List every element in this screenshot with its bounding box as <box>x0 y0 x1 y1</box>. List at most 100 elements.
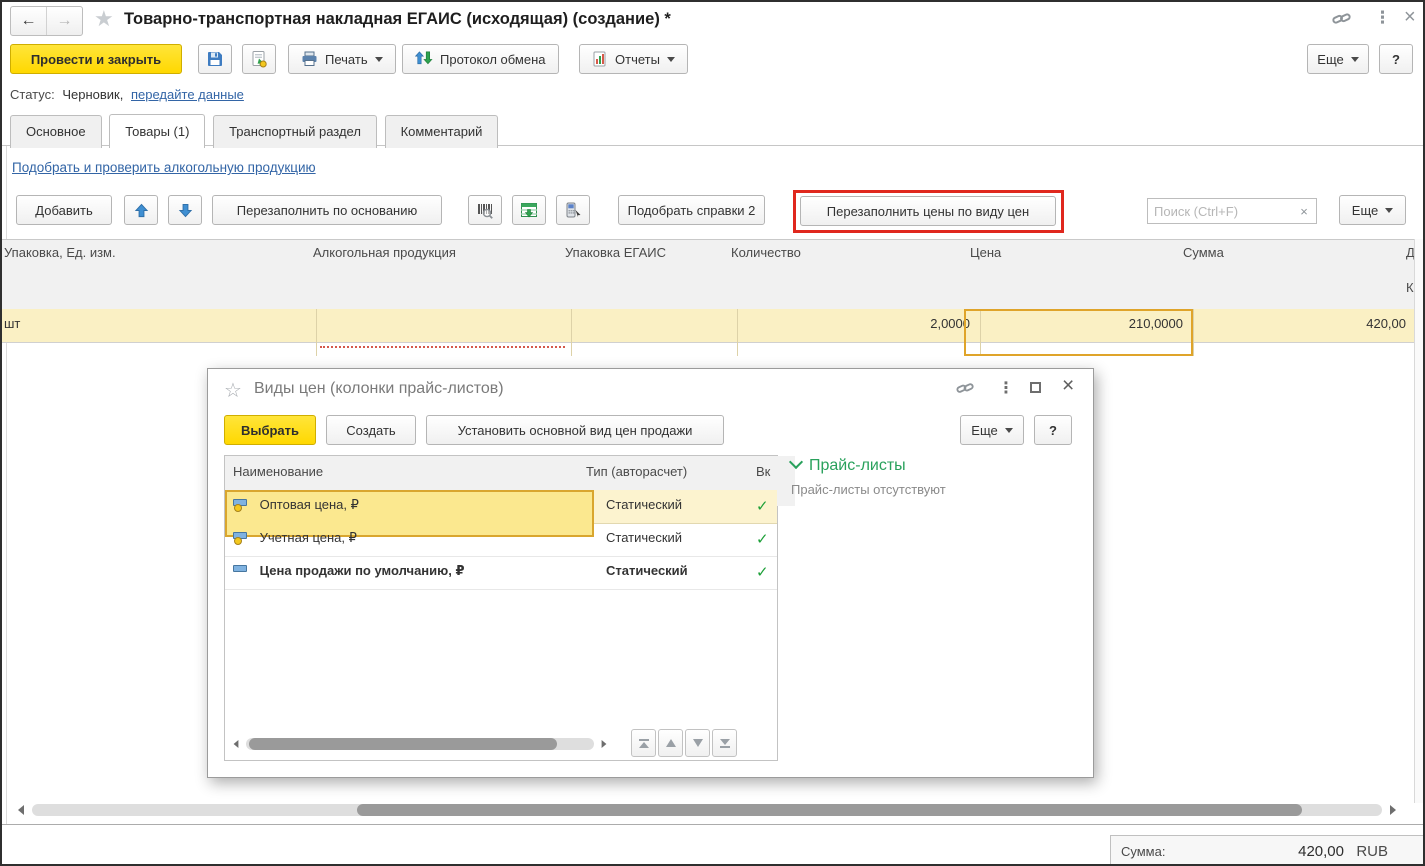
post-and-close-label: Провести и закрыть <box>31 52 161 67</box>
list-cell-included[interactable]: ✓ <box>748 556 795 603</box>
post-and-close-button[interactable]: Провести и закрыть <box>10 44 182 74</box>
tab-transportnyy-razdel[interactable]: Транспортный раздел <box>213 115 377 148</box>
post-document-button[interactable] <box>242 44 276 74</box>
cell-packaging[interactable]: шт <box>2 309 317 356</box>
pick-certificates-label: Подобрать справки 2 <box>628 203 756 218</box>
data-terminal-button[interactable] <box>556 195 590 225</box>
cell-amount-value: 420,00 <box>1366 316 1406 331</box>
list-row-uchetnaya[interactable]: Учетная цена, ₽ Статический ✓ <box>225 523 777 557</box>
col-quantity-label: Количество <box>731 245 801 260</box>
items-vscrollbar[interactable] <box>1414 239 1423 803</box>
list-row-optovaya[interactable]: Оптовая цена, ₽ Статический ✓ <box>225 490 777 524</box>
items-table-row[interactable]: шт 2,0000 210,0000 420,00 <box>2 309 1414 343</box>
list-col-name-label: Наименование <box>233 464 323 479</box>
pick-certificates-button[interactable]: Подобрать справки 2 <box>618 195 765 225</box>
cell-amount[interactable]: 420,00 <box>1177 309 1417 356</box>
dialog-menu-dots-icon[interactable]: ⋮ <box>998 378 1014 398</box>
pricelists-group-header[interactable]: Прайс-листы <box>791 457 1081 475</box>
barcode-scan-button[interactable] <box>468 195 502 225</box>
dialog-select-button[interactable]: Выбрать <box>224 415 316 445</box>
send-data-link[interactable]: передайте данные <box>131 87 244 102</box>
pick-check-alcohol-link[interactable]: Подобрать и проверить алкогольную продук… <box>12 160 316 175</box>
col-egais-pack[interactable]: Упаковка ЕГАИС <box>559 240 738 317</box>
back-button[interactable]: ← <box>11 7 47 35</box>
list-hscroll-left-arrow[interactable] <box>234 740 239 748</box>
list-row-prodazhi-default[interactable]: Цена продажи по умолчанию, ₽ Статический… <box>225 556 777 590</box>
save-button[interactable] <box>198 44 232 74</box>
hscroll-right-arrow[interactable] <box>1390 805 1396 815</box>
hscroll-left-arrow[interactable] <box>18 805 24 815</box>
dialog-select-label: Выбрать <box>241 423 299 438</box>
dialog-maximize-icon[interactable] <box>1030 382 1041 393</box>
dialog-more-button[interactable]: Еще <box>960 415 1024 445</box>
dialog-set-main-button[interactable]: Установить основной вид цен продажи <box>426 415 724 445</box>
col-packaging[interactable]: Упаковка, Ед. изм. <box>2 240 320 317</box>
list-cell-name[interactable]: Цена продажи по умолчанию, ₽ <box>225 556 594 603</box>
list-hscroll-right-arrow[interactable] <box>602 740 607 748</box>
hscroll-track[interactable] <box>32 804 1382 816</box>
forward-button[interactable]: → <box>47 7 82 35</box>
refill-prices-by-kind-button[interactable]: Перезаполнить цены по виду цен <box>800 196 1056 226</box>
search-input[interactable] <box>1148 199 1292 223</box>
collapse-chevron-icon <box>789 455 803 469</box>
cell-quantity[interactable]: 2,0000 <box>725 309 981 356</box>
form-more-label: Еще <box>1317 52 1343 67</box>
go-prev-button[interactable] <box>658 729 683 757</box>
check-icon: ✓ <box>756 498 769 515</box>
go-prev-icon <box>665 738 677 748</box>
data-terminal-icon <box>564 202 582 219</box>
hscroll-thumb[interactable] <box>357 804 1302 816</box>
move-down-button[interactable] <box>168 195 202 225</box>
cell-egais-pack[interactable] <box>559 309 738 356</box>
check-icon: ✓ <box>756 564 769 581</box>
move-up-button[interactable] <box>124 195 158 225</box>
print-button[interactable]: Печать <box>288 44 396 74</box>
arrow-down-icon <box>178 203 193 218</box>
more-menu-dots-icon[interactable]: ⋮ <box>1374 8 1391 28</box>
refill-by-basis-button[interactable]: Перезаполнить по основанию <box>212 195 442 225</box>
go-first-button[interactable] <box>631 729 656 757</box>
form-more-button[interactable]: Еще <box>1307 44 1369 74</box>
favorite-star-icon[interactable]: ★ <box>94 6 114 32</box>
form-help-button[interactable]: ? <box>1379 44 1413 74</box>
refill-prices-label: Перезаполнить цены по виду цен <box>827 204 1029 219</box>
col-quantity[interactable]: Количество <box>725 240 977 317</box>
add-row-button[interactable]: Добавить <box>16 195 112 225</box>
reports-button[interactable]: Отчеты <box>579 44 688 74</box>
tab-kommentariy[interactable]: Комментарий <box>385 115 499 148</box>
go-first-icon <box>638 738 650 749</box>
exchange-protocol-button[interactable]: Протокол обмена <box>402 44 559 74</box>
price-kind-icon <box>233 498 248 511</box>
go-last-button[interactable] <box>712 729 737 757</box>
total-sum-label: Сумма: <box>1121 844 1165 859</box>
pricelists-panel: Прайс-листы Прайс-листы отсутствуют <box>791 457 1081 497</box>
list-hscroll-track[interactable] <box>246 738 594 750</box>
dialog-star-icon[interactable]: ☆ <box>224 378 242 403</box>
reports-icon <box>592 51 608 67</box>
link-icon[interactable] <box>1332 11 1352 30</box>
cell-price-selected[interactable]: 210,0000 <box>964 309 1194 356</box>
dialog-create-button[interactable]: Создать <box>326 415 416 445</box>
col-alcohol-label: Алкогольная продукция <box>313 245 456 260</box>
window-close-icon[interactable]: × <box>1404 6 1416 29</box>
dialog-set-main-label: Установить основной вид цен продажи <box>458 423 693 438</box>
list-hscroll-thumb[interactable] <box>249 738 557 750</box>
tab-osnovnoe[interactable]: Основное <box>10 115 102 148</box>
load-table-button[interactable] <box>512 195 546 225</box>
dialog-help-button[interactable]: ? <box>1034 415 1072 445</box>
col-amount[interactable]: Сумма <box>1177 240 1413 317</box>
items-more-button[interactable]: Еще <box>1339 195 1406 225</box>
dialog-create-label: Создать <box>346 423 395 438</box>
tab-tovary[interactable]: Товары (1) <box>109 114 205 148</box>
go-next-button[interactable] <box>685 729 710 757</box>
status-value: Черновик, <box>62 87 123 102</box>
cell-alcohol[interactable] <box>307 309 572 356</box>
dialog-link-icon[interactable] <box>956 381 975 399</box>
status-line: Статус: Черновик, передайте данные <box>10 87 244 102</box>
dialog-close-icon[interactable]: × <box>1062 374 1074 398</box>
col-price[interactable]: Цена <box>964 240 1190 317</box>
price-kind-name: Оптовая цена, ₽ <box>260 497 359 512</box>
tab-label: Комментарий <box>401 124 483 139</box>
col-alcohol[interactable]: Алкогольная продукция <box>307 240 572 317</box>
search-clear-button[interactable]: × <box>1292 198 1317 224</box>
